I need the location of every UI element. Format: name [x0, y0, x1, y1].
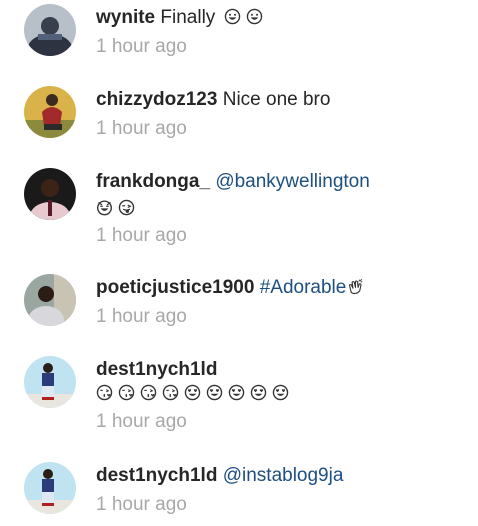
comment-text: dest1nych1ld — [96, 356, 464, 383]
username[interactable]: poeticjustice1900 — [96, 277, 254, 298]
heart-eyes-icon — [184, 384, 201, 401]
kiss-face-icon — [140, 384, 157, 401]
username[interactable]: wynite — [96, 7, 155, 28]
emoji-row — [96, 195, 464, 222]
comment-text: poeticjustice1900 #Adorable — [96, 274, 464, 301]
timestamp: 1 hour ago — [96, 225, 187, 246]
username[interactable]: dest1nych1ld — [96, 359, 217, 380]
avatar-photo — [24, 168, 76, 220]
timestamp: 1 hour ago — [96, 494, 187, 515]
avatar[interactable] — [24, 168, 76, 220]
comment-text: frankdonga_ @bankywellington — [96, 168, 464, 195]
username[interactable]: frankdonga_ — [96, 171, 210, 192]
timestamp: 1 hour ago — [96, 36, 187, 57]
avatar[interactable] — [24, 462, 76, 514]
heart-eyes-icon — [272, 384, 289, 401]
comment-text: wynite Finally — [96, 4, 464, 31]
avatar[interactable] — [24, 274, 76, 326]
avatar-photo — [24, 274, 76, 326]
mention-link[interactable]: @instablog9ja — [223, 465, 344, 486]
comment-text: dest1nych1ld @instablog9ja — [96, 462, 464, 489]
comment-text: chizzydoz123 Nice one bro — [96, 86, 464, 113]
mention-link[interactable]: @bankywellington — [215, 171, 370, 192]
username[interactable]: dest1nych1ld — [96, 465, 217, 486]
kiss-face-icon — [162, 384, 179, 401]
kiss-face-icon — [96, 384, 113, 401]
heart-eyes-icon — [228, 384, 245, 401]
avatar[interactable] — [24, 4, 76, 56]
avatar[interactable] — [24, 356, 76, 408]
username[interactable]: chizzydoz123 — [96, 89, 217, 110]
comment-message: Finally — [160, 7, 216, 28]
laughing-face-icon — [96, 199, 113, 216]
avatar[interactable] — [24, 86, 76, 138]
avatar-photo — [24, 4, 76, 56]
grin-outline-icon — [224, 8, 241, 25]
avatar-photo — [24, 462, 76, 514]
kiss-face-icon — [118, 384, 135, 401]
heart-eyes-icon — [250, 384, 267, 401]
timestamp: 1 hour ago — [96, 411, 187, 432]
tongue-wink-icon — [118, 199, 135, 216]
timestamp: 1 hour ago — [96, 306, 187, 327]
hashtag-link[interactable]: #Adorable — [260, 277, 347, 298]
timestamp: 1 hour ago — [96, 118, 187, 139]
heart-eyes-icon — [206, 384, 223, 401]
avatar-photo — [24, 356, 76, 408]
comment-message: Nice one bro — [222, 89, 331, 110]
avatar-photo — [24, 86, 76, 138]
clapping-hands-icon — [347, 278, 364, 295]
grin-outline-icon — [246, 8, 263, 25]
emoji-row — [96, 380, 464, 407]
